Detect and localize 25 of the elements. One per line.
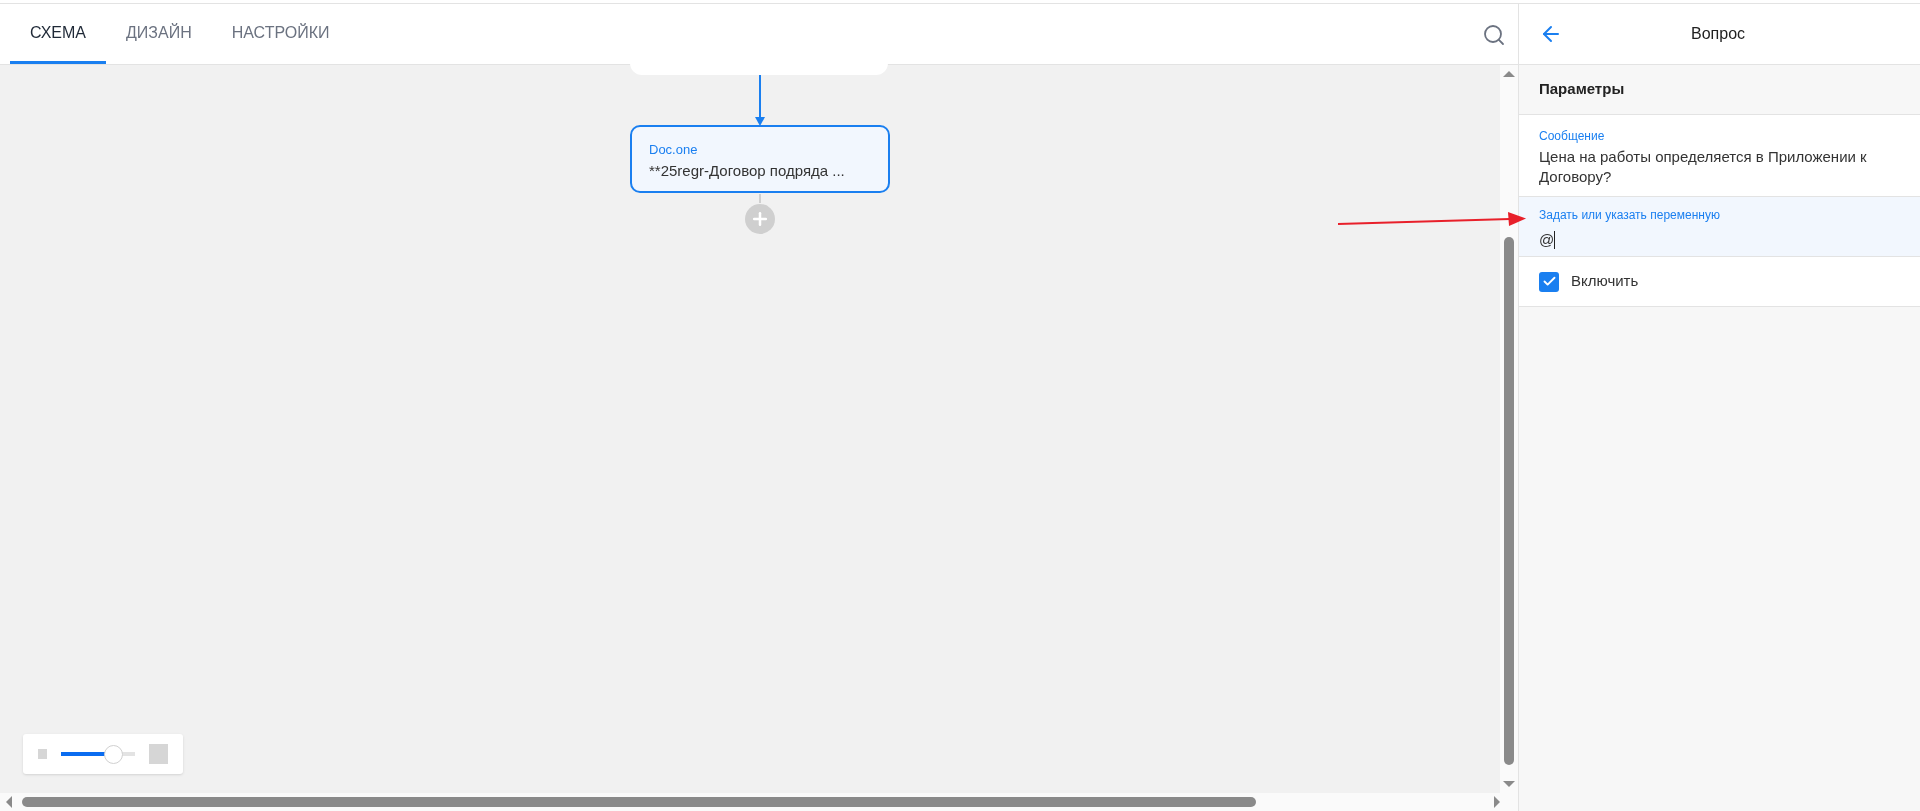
horizontal-scrollbar[interactable]	[0, 793, 1518, 811]
checkbox-label: Включить	[1571, 271, 1639, 292]
zoom-slider[interactable]	[61, 744, 136, 764]
scrollbar-thumb[interactable]	[1504, 237, 1514, 765]
message-field[interactable]: Цена на работы определяется в Приложении к Договору?	[1539, 147, 1900, 187]
variable-field[interactable]: Задать или указать переменную @	[1519, 197, 1920, 257]
scroll-left-arrow-icon[interactable]	[6, 796, 12, 808]
panel-title: Вопрос	[1691, 24, 1746, 44]
tab[interactable]: НАСТРОЙКИ	[211, 4, 350, 64]
field-label: Сообщение	[1539, 128, 1606, 145]
connector-arrow	[753, 75, 767, 126]
node-title: Doc.one	[649, 141, 699, 159]
slider-thumb[interactable]	[104, 744, 124, 764]
checkbox[interactable]	[1539, 271, 1559, 292]
node-text: **25regr-Договор подряда ...	[649, 160, 846, 181]
check-icon	[1541, 274, 1557, 289]
vertical-scrollbar[interactable]	[1500, 65, 1518, 793]
field-label: Задать или указать переменную	[1539, 207, 1721, 224]
plus-icon	[750, 209, 770, 229]
search-button[interactable]	[1482, 23, 1506, 47]
tab[interactable]: ДИЗАЙН	[106, 4, 212, 64]
scrollbar-thumb[interactable]	[22, 797, 1256, 807]
scroll-right-arrow-icon[interactable]	[1494, 796, 1500, 808]
node-card[interactable]: Doc.one **25regr-Договор подряда ...	[630, 125, 890, 193]
field-value: @	[1539, 230, 1555, 250]
